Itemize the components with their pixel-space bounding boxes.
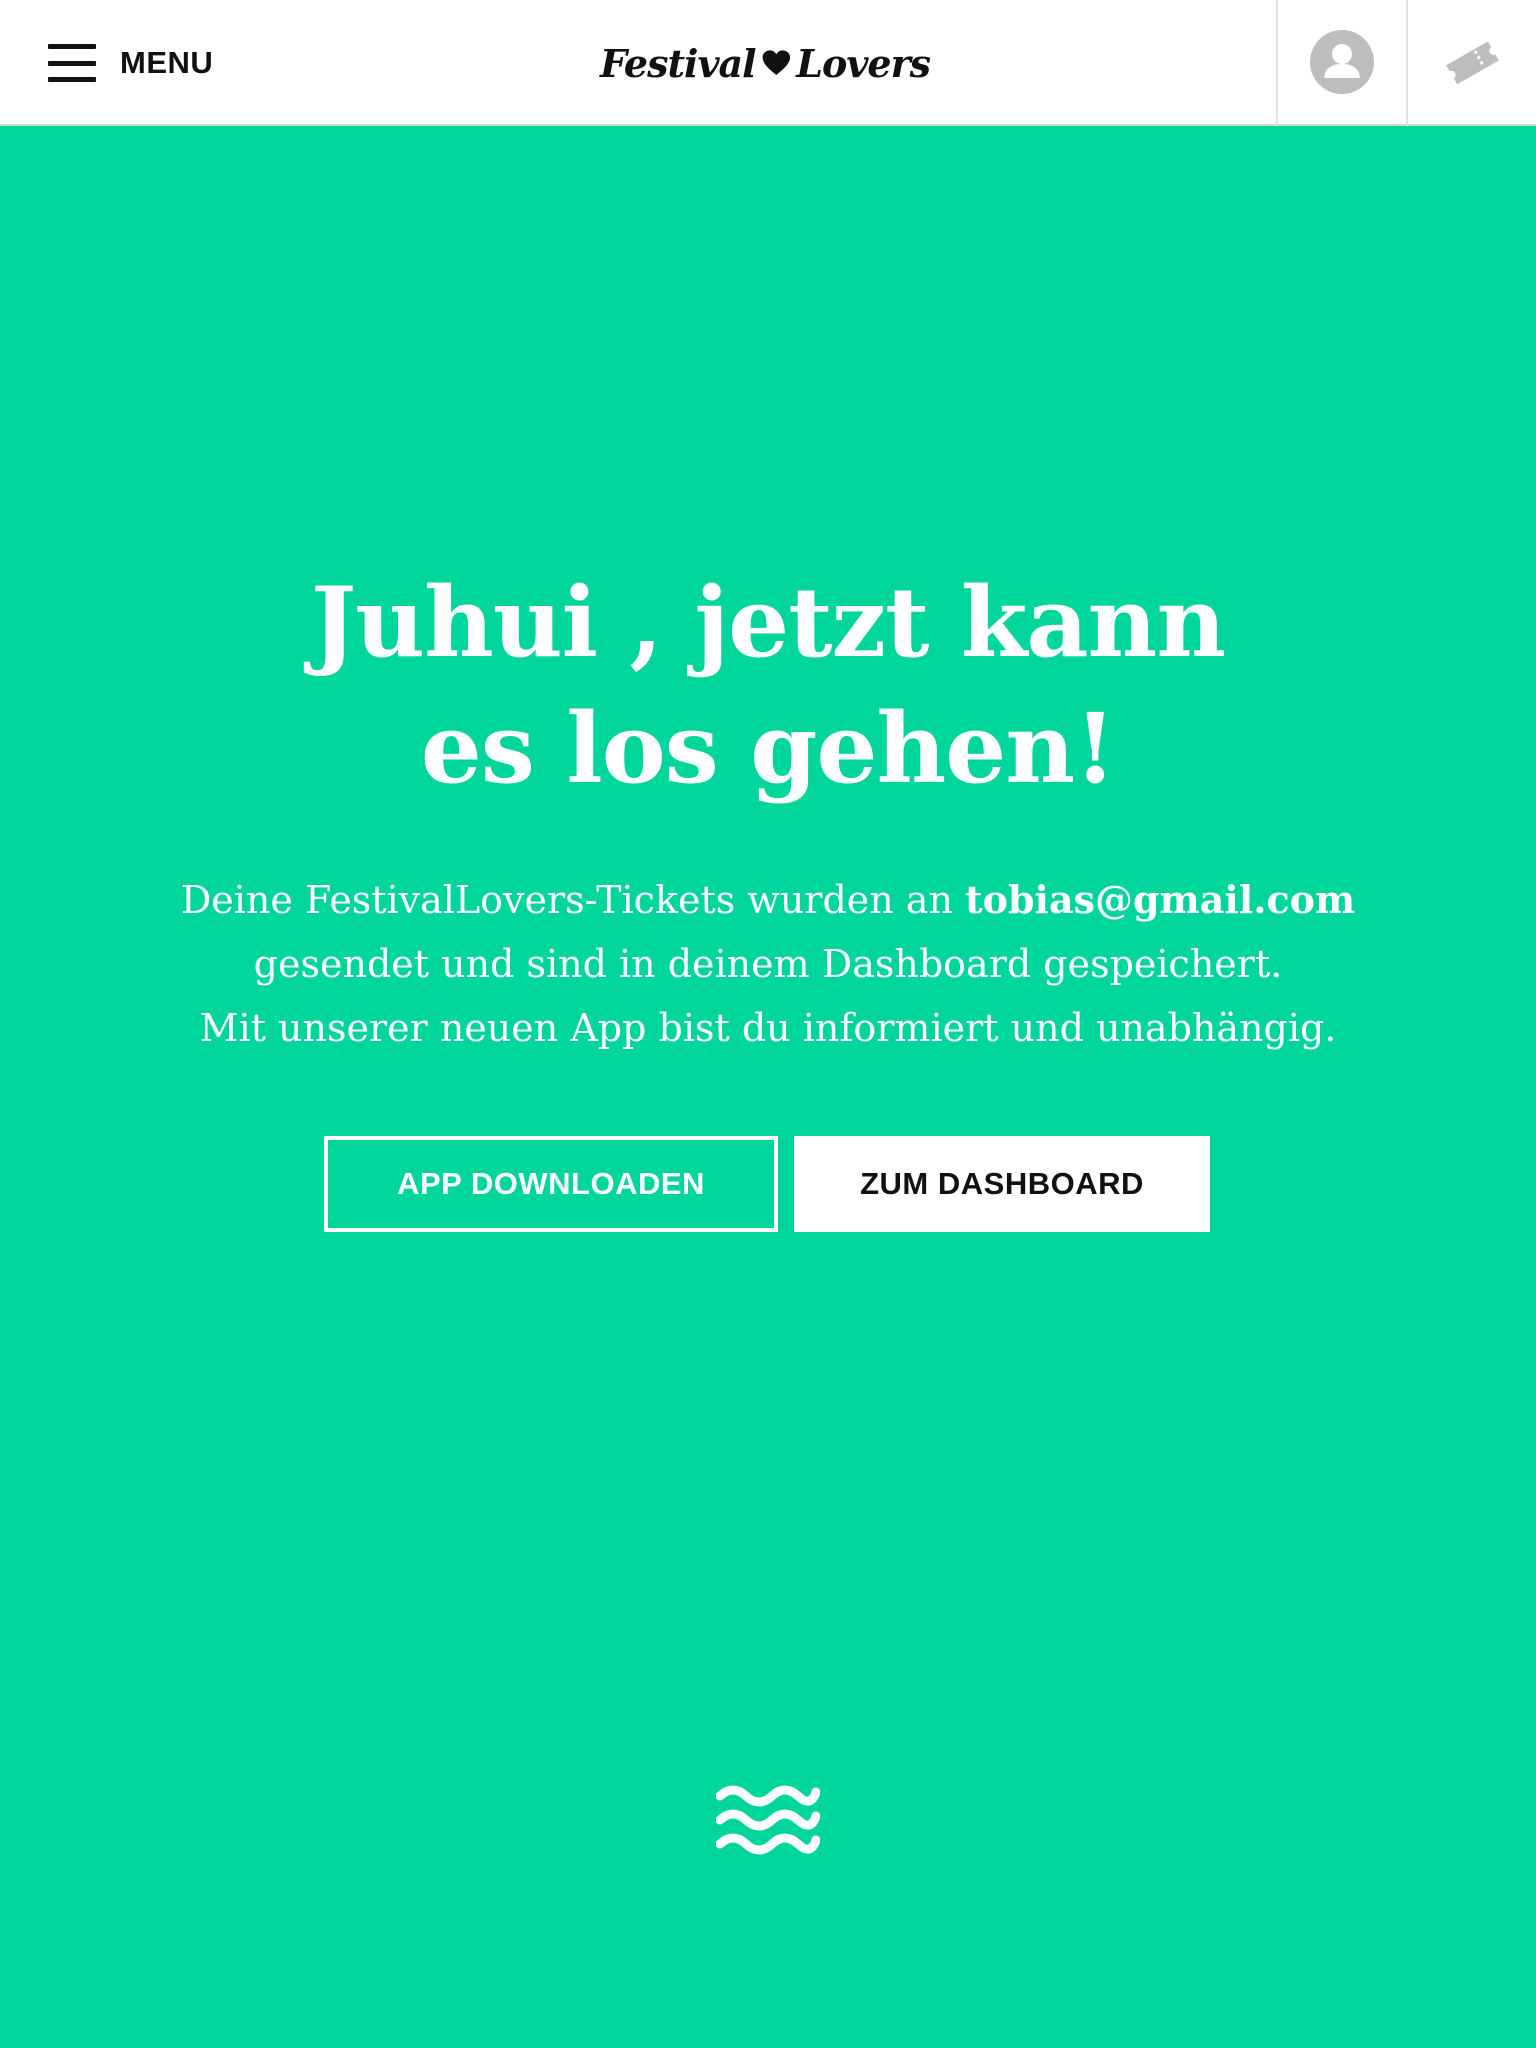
waves-icon[interactable]: [716, 1780, 820, 1860]
confirmation-message: Deine FestivalLovers-Tickets wurden an t…: [0, 868, 1536, 1060]
confirmation-headline: Juhui , jetzt kann es los gehen!: [0, 560, 1536, 812]
recipient-email: tobias@gmail.com: [965, 877, 1356, 922]
headline-line-2: es los gehen!: [420, 692, 1117, 805]
message-prefix: Deine FestivalLovers-Tickets wurden an: [180, 878, 966, 922]
message-line-2: gesendet und sind in deinem Dashboard ge…: [253, 942, 1283, 986]
message-line-3: Mit unserer neuen App bist du informiert…: [199, 1006, 1337, 1050]
confirmation-hero: Juhui , jetzt kann es los gehen! Deine F…: [0, 0, 1536, 1922]
dashboard-button[interactable]: ZUM DASHBOARD: [794, 1136, 1210, 1232]
headline-line-1: Juhui , jetzt kann: [310, 566, 1226, 679]
app-download-button[interactable]: APP DOWNLOADEN: [324, 1136, 778, 1232]
